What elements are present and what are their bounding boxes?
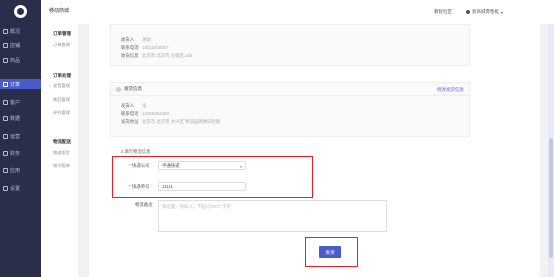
nav-item-operation[interactable]: 运营	[0, 131, 41, 141]
ship-button[interactable]: 发货	[319, 246, 341, 258]
submenu-item-logistics[interactable]: 物流发货	[53, 150, 70, 156]
nav-item-data[interactable]: 数据	[0, 113, 41, 123]
nav-item-shop[interactable]: 店铺	[0, 40, 41, 50]
nav-item-goods[interactable]: 商品	[0, 55, 41, 65]
nav-item-settings[interactable]: 设置	[0, 183, 41, 193]
nav-item-label: 设置	[10, 185, 21, 192]
nav-item-label: 财务	[10, 150, 21, 157]
logistics-section-title: 2.填写物流信息	[121, 149, 151, 154]
sender-name-row: 发货人 张	[121, 103, 146, 109]
shop-icon	[3, 42, 8, 48]
nav-item-label: 应用	[10, 167, 21, 174]
remark-textarea[interactable]: 请设置，例如入，不超过100个字符	[158, 200, 387, 232]
courier-company-value: 申通快递	[162, 162, 180, 168]
courier-company-select[interactable]: 申通快递 ▾	[158, 161, 246, 170]
app-logo	[14, 5, 27, 18]
field-label: 收货人	[121, 37, 135, 42]
submenu-group-title: 订单处理	[53, 73, 71, 78]
submenu-item-order-query[interactable]: 订单查询	[53, 42, 70, 48]
submenu-group-title: 物流配送	[53, 139, 71, 144]
truck-icon	[116, 86, 121, 92]
field-label: 联系电话	[121, 45, 139, 50]
receiver-phone: 15011008007	[142, 45, 169, 50]
receiver-address: 北京市 北京市 东城区 dd4	[142, 53, 193, 58]
sender-card: 发货信息 修改发货信息 发货人 张 联系电话 12456452453 发货地址 北京市…	[110, 82, 470, 137]
user-name: 浙商城零售批	[472, 9, 499, 14]
sender-address-row: 发货地址 北京市 北京市 大兴区 物流园路数码社路	[121, 119, 220, 125]
sender-phone-row: 联系电话 12456452453	[121, 111, 169, 117]
submenu-item-aftersale[interactable]: 售后管理	[53, 97, 70, 103]
nav-item-overview[interactable]: 概况	[0, 26, 41, 36]
finance-icon	[3, 150, 8, 156]
nav-item-label: 运营	[10, 133, 21, 140]
app-icon	[3, 167, 8, 173]
scrollbar-thumb[interactable]	[549, 138, 553, 258]
operation-icon	[3, 133, 8, 139]
tracking-number-input[interactable]: 11111	[158, 182, 246, 191]
tracking-number-value: 11111	[162, 184, 173, 189]
edit-sender-link[interactable]: 修改发货信息	[437, 87, 464, 93]
sender-card-header: 发货信息 修改发货信息	[111, 83, 469, 96]
remark-label: 物流备注	[135, 202, 153, 207]
submenu-item-reviews[interactable]: 评价管理	[53, 110, 70, 116]
sender-phone: 12456452453	[142, 111, 169, 116]
receiver-name: 测试	[142, 37, 151, 42]
receiver-address-row: 收货信息 北京市 北京市 东城区 dd4	[121, 53, 193, 59]
field-label: 联系电话	[121, 111, 139, 116]
top-header: 移动商城 教程社区 浙商城零售批 ▾	[41, 0, 554, 24]
tracking-number-label: * 快递单号	[129, 184, 150, 190]
sender-card-title: 发货信息	[124, 86, 142, 91]
user-icon	[466, 10, 470, 14]
courier-company-label: * 快递公司	[129, 163, 150, 169]
data-icon	[3, 115, 8, 121]
nav-item-customers[interactable]: 客户	[0, 97, 41, 107]
receiver-phone-row: 联系电话 15011008007	[121, 45, 169, 51]
settings-icon	[3, 185, 8, 191]
courier-company-label-text: 快递公司	[131, 163, 150, 168]
submenu-item-waybill[interactable]: 电子面单	[53, 163, 70, 169]
home-icon	[3, 28, 8, 34]
nav-item-orders[interactable]: 订单	[0, 79, 41, 89]
remark-placeholder: 请设置，例如入，不超过100个字符	[162, 204, 231, 209]
order-submenu: 订单管理 订单查询 订单处理 发货管理 售后管理 评价管理 物流配送 物流发货 …	[41, 24, 79, 277]
tracking-number-label-text: 快递单号	[131, 184, 150, 189]
nav-item-label: 客户	[10, 99, 21, 106]
required-mark: *	[129, 163, 131, 168]
goods-icon	[3, 57, 8, 63]
chevron-down-icon: ▾	[239, 164, 242, 169]
caret-down-icon: ▾	[501, 9, 504, 15]
nav-item-label: 数据	[10, 115, 21, 122]
sender-name: 张	[142, 103, 147, 108]
submenu-item-shipping[interactable]: 发货管理	[53, 83, 70, 89]
app-title: 移动商城	[49, 8, 70, 14]
order-icon	[3, 81, 8, 87]
nav-item-label: 店铺	[10, 42, 21, 49]
receiver-name-row: 收货人 测试	[121, 37, 151, 43]
field-label: 发货地址	[121, 119, 139, 124]
sender-address: 北京市 北京市 大兴区 物流园路数码社路	[142, 119, 221, 124]
main-sidebar: 概况 店铺 商品 订单 客户 数据 运营 财务 应用 设置	[0, 0, 41, 277]
nav-item-label: 订单	[10, 81, 21, 88]
field-label: 收货信息	[121, 53, 139, 58]
receiver-card: 收货人 测试 联系电话 15011008007 收货信息 北京市 北京市 东城区 dd…	[110, 24, 470, 66]
field-label: 发货人	[121, 103, 135, 108]
nav-item-finance[interactable]: 财务	[0, 148, 41, 158]
help-link[interactable]: 教程社区	[434, 9, 452, 15]
nav-item-label: 概况	[10, 28, 21, 35]
nav-item-label: 商品	[10, 57, 21, 64]
customer-icon	[3, 99, 8, 105]
required-mark: *	[129, 184, 131, 189]
submenu-group-title: 订单管理	[53, 31, 71, 36]
user-menu[interactable]: 浙商城零售批 ▾	[466, 9, 503, 15]
nav-item-apps[interactable]: 应用	[0, 165, 41, 175]
